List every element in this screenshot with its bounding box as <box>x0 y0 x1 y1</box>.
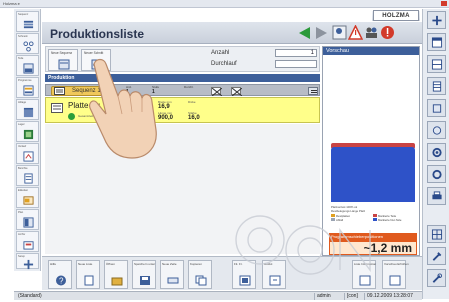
users-icon[interactable] <box>364 25 379 40</box>
anzahl-label: Anzahl <box>211 50 230 56</box>
sidebar-item-programme[interactable]: Programme <box>16 77 39 98</box>
sidebar-item-archiv[interactable]: Archiv <box>16 231 39 252</box>
sidebar-item-berichte[interactable]: Berichte <box>16 165 39 186</box>
sidebar-item-teile[interactable]: Teile <box>16 55 39 76</box>
wrench-icon <box>432 273 443 283</box>
window-titlebar: Holzma e <box>0 0 449 8</box>
warehouse-icon <box>23 129 34 140</box>
sidebar-item-sequenz[interactable]: Sequenz <box>16 11 39 32</box>
sidebar-item-verlauf[interactable]: Verlauf <box>16 143 39 164</box>
user-settings-icon[interactable] <box>332 25 347 40</box>
sidebar-item-setup[interactable]: Setup <box>16 253 39 270</box>
program-icon <box>23 85 34 96</box>
back-arrow-icon[interactable] <box>297 26 311 40</box>
gear-icon <box>432 147 442 158</box>
help-icon: ? <box>56 275 66 286</box>
parts-icon <box>23 63 34 74</box>
history-icon <box>23 151 34 162</box>
sidebar-item-lager[interactable]: Lager <box>16 121 39 142</box>
counters-panel: Anzahl 1 Durchlauf <box>207 47 319 71</box>
pointing-hand-image <box>89 58 157 159</box>
right-tool-button-6[interactable] <box>427 121 446 139</box>
report-icon <box>24 173 33 184</box>
filter-icon[interactable] <box>308 87 318 95</box>
window-title: Holzma e <box>3 1 20 6</box>
watermark-logo <box>235 215 371 275</box>
new-row-button[interactable]: Neue Zeile <box>160 260 184 289</box>
tools-icon <box>432 252 442 261</box>
flag-icon[interactable] <box>211 87 223 97</box>
right-tool-button-10[interactable] <box>427 225 446 243</box>
saw-icon <box>432 104 442 113</box>
flag-icon[interactable] <box>231 87 243 97</box>
new-sequence-icon <box>58 59 70 70</box>
sidebar-item-schneiden[interactable]: Schneid. <box>16 33 39 54</box>
new-list-icon <box>84 275 94 286</box>
list-icon <box>23 20 34 29</box>
help-button[interactable]: Hilfe? <box>48 260 72 289</box>
machine-icon <box>432 126 442 135</box>
durchlauf-label: Durchlauf <box>211 61 237 67</box>
right-tool-button-9[interactable] <box>427 187 446 205</box>
right-sidebar <box>422 9 449 299</box>
cut-icon <box>23 41 34 52</box>
stack-icon <box>432 81 442 92</box>
right-tool-button-4[interactable] <box>427 77 446 95</box>
tree-icon <box>23 259 34 270</box>
page-title: Produktionsliste <box>50 27 145 41</box>
save-as-button[interactable]: Speichern unter <box>132 260 156 289</box>
settings-icon <box>432 169 442 180</box>
right-tool-button-5[interactable] <box>427 99 446 117</box>
right-tool-button-12[interactable] <box>427 269 446 287</box>
storage-icon <box>23 107 34 118</box>
new-row-icon <box>167 277 179 284</box>
status-ok-icon <box>68 113 75 120</box>
svg-text:?: ? <box>59 277 64 286</box>
plate-thickness: 16,0 <box>188 115 200 121</box>
sidebar-item-ablage[interactable]: Ablage <box>16 99 39 120</box>
right-tool-button-8[interactable] <box>427 165 446 183</box>
right-tool-button-7[interactable] <box>427 143 446 161</box>
sequence-icon <box>54 87 65 95</box>
preview-zoom-button[interactable]: Vorschau Erhöhen <box>382 260 409 289</box>
forward-arrow-icon[interactable] <box>315 26 329 40</box>
sidebar-item-plan[interactable]: Plan <box>16 209 39 230</box>
new-sequence-button[interactable]: Neue Sequenz <box>48 49 78 71</box>
close-window-button[interactable] <box>441 1 447 6</box>
window-icon <box>431 37 443 48</box>
label-icon <box>23 196 34 205</box>
durchlauf-field[interactable] <box>275 60 317 68</box>
grid-icon <box>431 229 443 240</box>
cut-pattern-icon <box>432 15 442 26</box>
anzahl-field[interactable]: 1 <box>275 49 317 57</box>
left-sidebar: Sequenz Schneid. Teile Programme Ablage … <box>14 9 41 271</box>
stop-icon[interactable] <box>380 25 395 40</box>
preview-title: Vorschau <box>323 47 419 55</box>
archive-icon <box>23 241 34 250</box>
layout-icon <box>431 59 443 70</box>
folder-open-icon <box>111 277 123 286</box>
sidebar-item-etiketten[interactable]: Etiketten <box>16 187 39 208</box>
zoom-icon <box>389 275 401 286</box>
save-icon <box>140 276 150 285</box>
page-header: Produktionsliste <box>42 22 422 44</box>
right-tool-button-3[interactable] <box>427 55 446 73</box>
right-tool-button-2[interactable] <box>427 33 446 51</box>
warning-icon[interactable] <box>348 25 363 40</box>
right-tool-button-1[interactable] <box>427 11 446 29</box>
plan-icon <box>23 217 34 228</box>
print-icon <box>432 191 442 200</box>
right-tool-button-11[interactable] <box>427 247 446 265</box>
plate-icon <box>51 103 63 113</box>
copy-button[interactable]: Kopieren <box>188 260 212 289</box>
open-button[interactable]: Öffnen <box>104 260 128 289</box>
status-mode: (Standard) <box>18 293 42 299</box>
copy-icon <box>195 275 207 286</box>
new-list-button[interactable]: Neue Liste <box>76 260 100 289</box>
holzma-logo: HOLZMA <box>373 10 419 21</box>
